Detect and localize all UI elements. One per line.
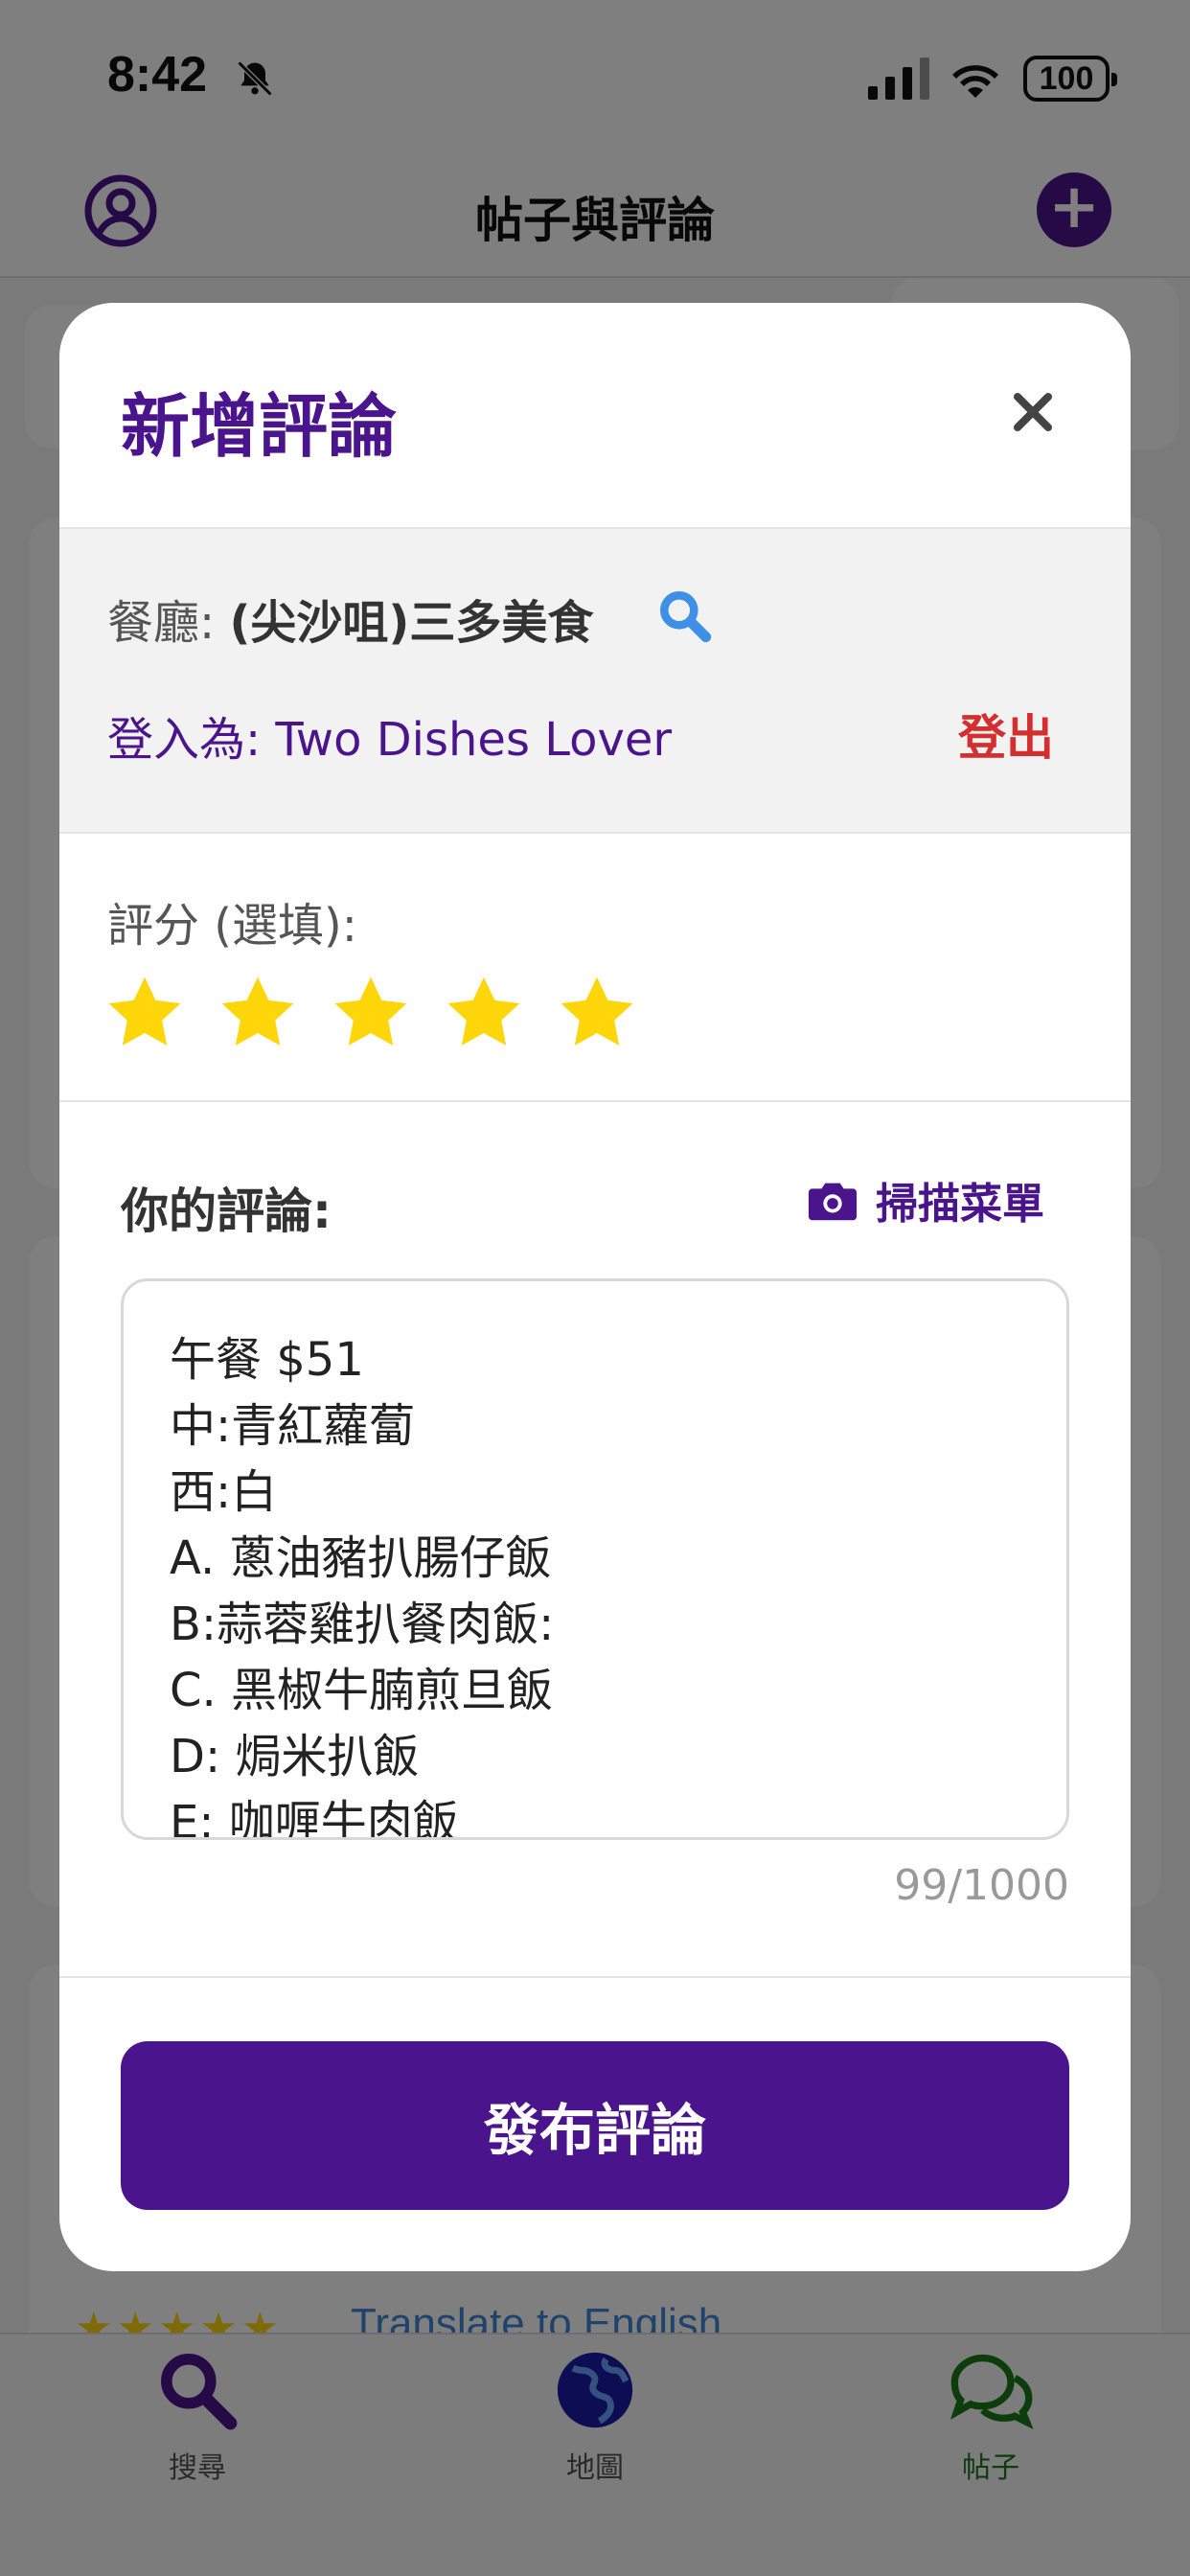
comment-line: A. 蔥油豬扒腸仔飯	[170, 1531, 552, 1585]
restaurant-name: (尖沙咀)三多美食	[229, 596, 594, 650]
star-icon[interactable]	[330, 974, 412, 1052]
app-screen: 8:42 100 帖子與評論 + ★★★★★	[0, 0, 1190, 2576]
logout-button[interactable]: 登出	[958, 700, 1054, 769]
submit-review-button[interactable]: 發布評論	[121, 2041, 1069, 2210]
divider	[59, 1976, 1131, 1978]
submit-review-label: 發布評論	[483, 2098, 706, 2163]
comment-line: B:蒜蓉雞扒餐肉飯:	[170, 1598, 555, 1651]
comment-line: C. 黑椒牛腩煎旦飯	[170, 1664, 554, 1717]
star-icon[interactable]	[103, 974, 186, 1052]
comment-line: 西:白	[170, 1465, 278, 1519]
divider	[59, 1100, 1131, 1102]
search-restaurant-icon[interactable]	[655, 586, 715, 646]
rating-label: 評分 (選填):	[107, 899, 357, 953]
comment-textarea[interactable]: 午餐 $51 中:青紅蘿蔔 西:白 A. 蔥油豬扒腸仔飯 B:蒜蓉雞扒餐肉飯: …	[121, 1278, 1069, 1840]
restaurant-line: 餐廳: (尖沙咀)三多美食	[107, 585, 593, 652]
comment-line: D: 焗米扒飯	[170, 1730, 420, 1783]
comment-line: 中:青紅蘿蔔	[170, 1399, 416, 1453]
star-rating[interactable]	[103, 974, 638, 1052]
divider	[59, 832, 1131, 834]
modal-title: 新增評論	[121, 386, 398, 467]
comment-line: 午餐 $51	[170, 1333, 364, 1387]
comment-label: 你的評論:	[121, 1184, 332, 1239]
restaurant-prefix: 餐廳:	[107, 596, 216, 650]
close-icon	[1014, 393, 1052, 431]
camera-icon	[808, 1183, 858, 1221]
star-icon[interactable]	[556, 974, 638, 1052]
add-review-modal: 新增評論 餐廳: (尖沙咀)三多美食 登入為: Two Dishes Lover…	[59, 303, 1131, 2271]
restaurant-info-section: 餐廳: (尖沙咀)三多美食 登入為: Two Dishes Lover 登出	[59, 529, 1131, 832]
star-icon[interactable]	[217, 974, 299, 1052]
close-button[interactable]	[998, 378, 1067, 447]
star-icon[interactable]	[443, 974, 525, 1052]
scan-menu-label: 掃描菜單	[876, 1180, 1044, 1229]
comment-line: E: 咖喱牛肉飯	[170, 1796, 459, 1840]
character-count: 99/1000	[894, 1861, 1069, 1910]
scan-menu-button[interactable]: 掃描菜單	[807, 1169, 1044, 1230]
logged-in-as: 登入為: Two Dishes Lover	[107, 713, 673, 767]
